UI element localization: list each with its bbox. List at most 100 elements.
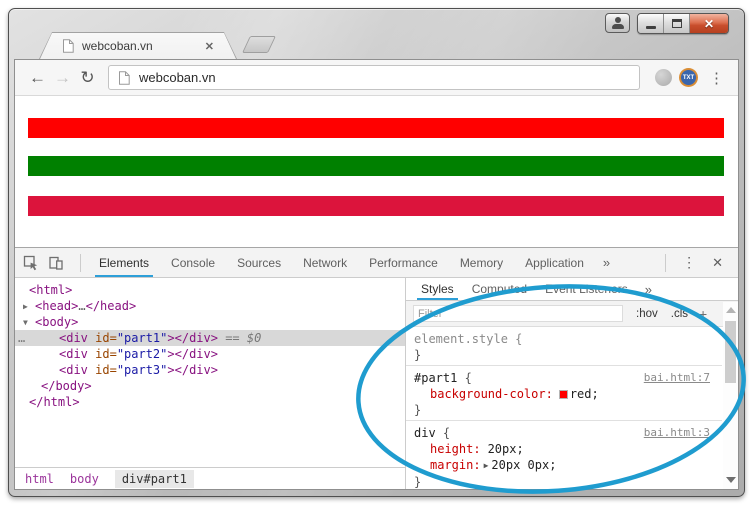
tree-node-html-close[interactable]: </html>: [15, 394, 405, 410]
property-name: background-color:: [430, 387, 553, 401]
attr-value: "part2": [116, 347, 168, 361]
selector-text: div: [414, 426, 436, 440]
scroll-down-icon[interactable]: [726, 477, 736, 483]
css-property[interactable]: height: 20px;: [414, 441, 714, 457]
tab-network[interactable]: Network: [292, 248, 358, 277]
tab-performance[interactable]: Performance: [358, 248, 449, 277]
color-swatch[interactable]: [558, 390, 568, 399]
profile-button[interactable]: [605, 13, 630, 33]
rule-part1[interactable]: #part1 { bai.html:7 background-color: red…: [406, 366, 722, 421]
tree-node-head[interactable]: ▶ <head>…</head>: [15, 298, 405, 314]
div-part1-bar: [28, 118, 724, 138]
minimize-icon: [645, 26, 656, 29]
forward-button[interactable]: →: [50, 69, 75, 86]
scrollbar-thumb[interactable]: [725, 321, 736, 383]
tag-text: </html>: [29, 395, 80, 409]
toggle-classes-button[interactable]: .cls: [671, 308, 688, 320]
property-name: margin:: [430, 458, 481, 472]
more-tabs-button[interactable]: »: [637, 282, 660, 297]
page-icon: [119, 70, 130, 85]
breadcrumb-div-part1[interactable]: div#part1: [114, 469, 194, 488]
toggle-hover-state-button[interactable]: :hov: [636, 308, 658, 320]
source-link[interactable]: bai.html:3: [644, 425, 710, 441]
property-value: red;: [569, 387, 599, 401]
property-value: 20px 0px;: [491, 458, 557, 472]
maximize-button[interactable]: [664, 14, 690, 33]
tab-sources[interactable]: Sources: [226, 248, 292, 277]
devtools-menu-button[interactable]: ⋮: [673, 254, 705, 271]
close-icon: ✕: [703, 16, 715, 31]
minimize-button[interactable]: [638, 14, 664, 33]
globe-icon[interactable]: [655, 69, 672, 86]
tree-node-body-close[interactable]: </body>: [15, 378, 405, 394]
tree-node-div-part3[interactable]: <div id="part3"></div>: [15, 362, 405, 378]
reload-button[interactable]: ↻: [75, 69, 100, 86]
scroll-up-icon[interactable]: [726, 307, 736, 313]
tab-computed[interactable]: Computed: [463, 278, 536, 300]
css-rules-list: element.style { } #part1 { bai.html:7 ba…: [406, 327, 738, 489]
div-part3-bar: [28, 196, 724, 216]
styles-filter-bar: :hov .cls +: [406, 301, 738, 327]
css-property[interactable]: margin: ▶ 20px 0px;: [414, 457, 714, 474]
tag-text: ></div>: [167, 331, 218, 345]
tab-close-button[interactable]: ✕: [205, 40, 214, 53]
rule-element-style[interactable]: element.style { }: [406, 327, 722, 366]
tag-text: <div: [59, 363, 96, 377]
tab-title: webcoban.vn: [82, 39, 153, 53]
tag-text: <div: [59, 331, 96, 345]
more-tabs-button[interactable]: »: [595, 255, 618, 270]
dom-tree: <html> ▶ <head>…</head> ▼ <body> … <div id=…: [15, 278, 405, 467]
tag-text: </head>: [85, 299, 137, 313]
url-text: webcoban.vn: [139, 70, 216, 85]
close-window-button[interactable]: ✕: [690, 14, 728, 33]
tab-application[interactable]: Application: [514, 248, 595, 277]
tab-styles[interactable]: Styles: [412, 278, 463, 300]
window-content: ← → ↻ webcoban.vn TXT ⋮ Elements Console…: [14, 59, 739, 490]
browser-tab[interactable]: webcoban.vn ✕: [39, 32, 237, 59]
tag-text: <div: [59, 347, 96, 361]
collapse-arrow-icon[interactable]: ▼: [23, 315, 35, 331]
tree-node-body-open[interactable]: ▼ <body>: [15, 314, 405, 330]
address-bar[interactable]: webcoban.vn: [108, 65, 640, 90]
browser-menu-button[interactable]: ⋮: [705, 69, 728, 87]
extension-icon[interactable]: TXT: [679, 68, 698, 87]
closing-brace: }: [414, 475, 422, 489]
rule-div[interactable]: div { bai.html:3 height: 20px; margin: ▶ 20…: [406, 421, 722, 489]
breadcrumb-body[interactable]: body: [70, 472, 99, 486]
person-icon: [611, 24, 624, 29]
devtools-close-button[interactable]: ✕: [705, 255, 730, 271]
css-property[interactable]: background-color: red;: [414, 386, 714, 402]
tag-text: ></div>: [167, 347, 218, 361]
styles-filter-input[interactable]: [413, 305, 623, 322]
tag-text: <html>: [29, 283, 73, 297]
tab-elements[interactable]: Elements: [88, 248, 160, 277]
tree-node-div-part1[interactable]: … <div id="part1"></div> == $0: [15, 330, 405, 346]
tree-node-div-part2[interactable]: <div id="part2"></div>: [15, 346, 405, 362]
tab-console[interactable]: Console: [160, 248, 226, 277]
inspect-element-icon[interactable]: [23, 255, 39, 271]
styles-scrollbar[interactable]: [723, 302, 738, 489]
attr-value: "part3": [116, 363, 168, 377]
breadcrumb-html[interactable]: html: [25, 472, 54, 486]
webpage-viewport: [15, 96, 738, 247]
browser-window: ✕ webcoban.vn ✕ ← → ↻ webcoban.vn TXT ⋮ …: [8, 8, 745, 497]
new-style-rule-button[interactable]: +: [699, 306, 707, 322]
back-button[interactable]: ←: [25, 69, 50, 86]
expand-arrow-icon[interactable]: ▶: [23, 299, 35, 315]
window-controls: ✕: [605, 13, 729, 34]
tag-text: <head>: [35, 299, 79, 313]
divider: [665, 253, 667, 272]
overflow-dots-icon[interactable]: …: [18, 330, 25, 346]
expand-shorthand-icon[interactable]: ▶: [484, 461, 489, 470]
tab-event-listeners[interactable]: Event Listeners: [536, 278, 637, 300]
elements-panel: <html> ▶ <head>…</head> ▼ <body> … <div id=…: [15, 278, 406, 489]
device-toolbar-icon[interactable]: [48, 255, 64, 271]
source-link[interactable]: bai.html:7: [644, 370, 710, 386]
opening-brace: {: [435, 426, 451, 440]
tab-memory[interactable]: Memory: [449, 248, 514, 277]
devtools-panel: Elements Console Sources Network Perform…: [15, 247, 738, 489]
tag-text: </body>: [41, 379, 92, 393]
new-tab-button[interactable]: [242, 36, 276, 53]
tree-node-html-open[interactable]: <html>: [15, 282, 405, 298]
property-name: height:: [430, 442, 481, 456]
